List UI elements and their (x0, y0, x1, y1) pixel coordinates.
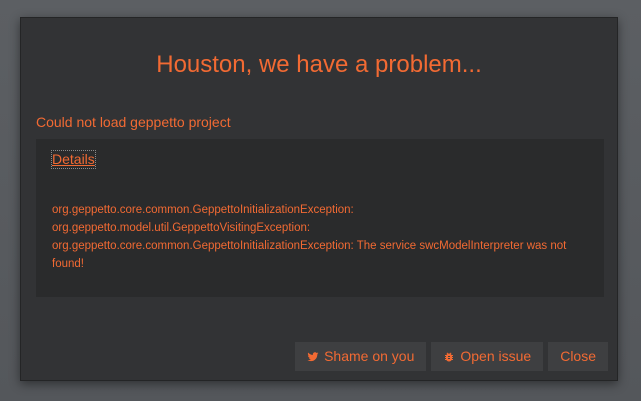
close-button-label: Close (560, 348, 596, 364)
close-button[interactable]: Close (548, 342, 608, 371)
open-issue-button-label: Open issue (460, 348, 532, 364)
details-toggle-link[interactable]: Details (51, 150, 96, 169)
bug-icon (443, 351, 455, 363)
shame-button-label: Shame on you (324, 348, 415, 364)
details-panel: Details org.geppetto.core.common.Geppett… (36, 139, 604, 297)
error-dialog: Houston, we have a problem... Could not … (20, 17, 618, 381)
open-issue-button[interactable]: Open issue (431, 342, 544, 371)
error-details-text: org.geppetto.core.common.GeppettoInitial… (52, 204, 567, 270)
dialog-title: Houston, we have a problem... (156, 51, 482, 78)
shame-on-you-button[interactable]: Shame on you (295, 342, 427, 371)
dialog-footer: Shame on you Open issue Close (295, 342, 608, 371)
twitter-icon (307, 351, 319, 363)
error-message: Could not load geppetto project (36, 114, 231, 130)
